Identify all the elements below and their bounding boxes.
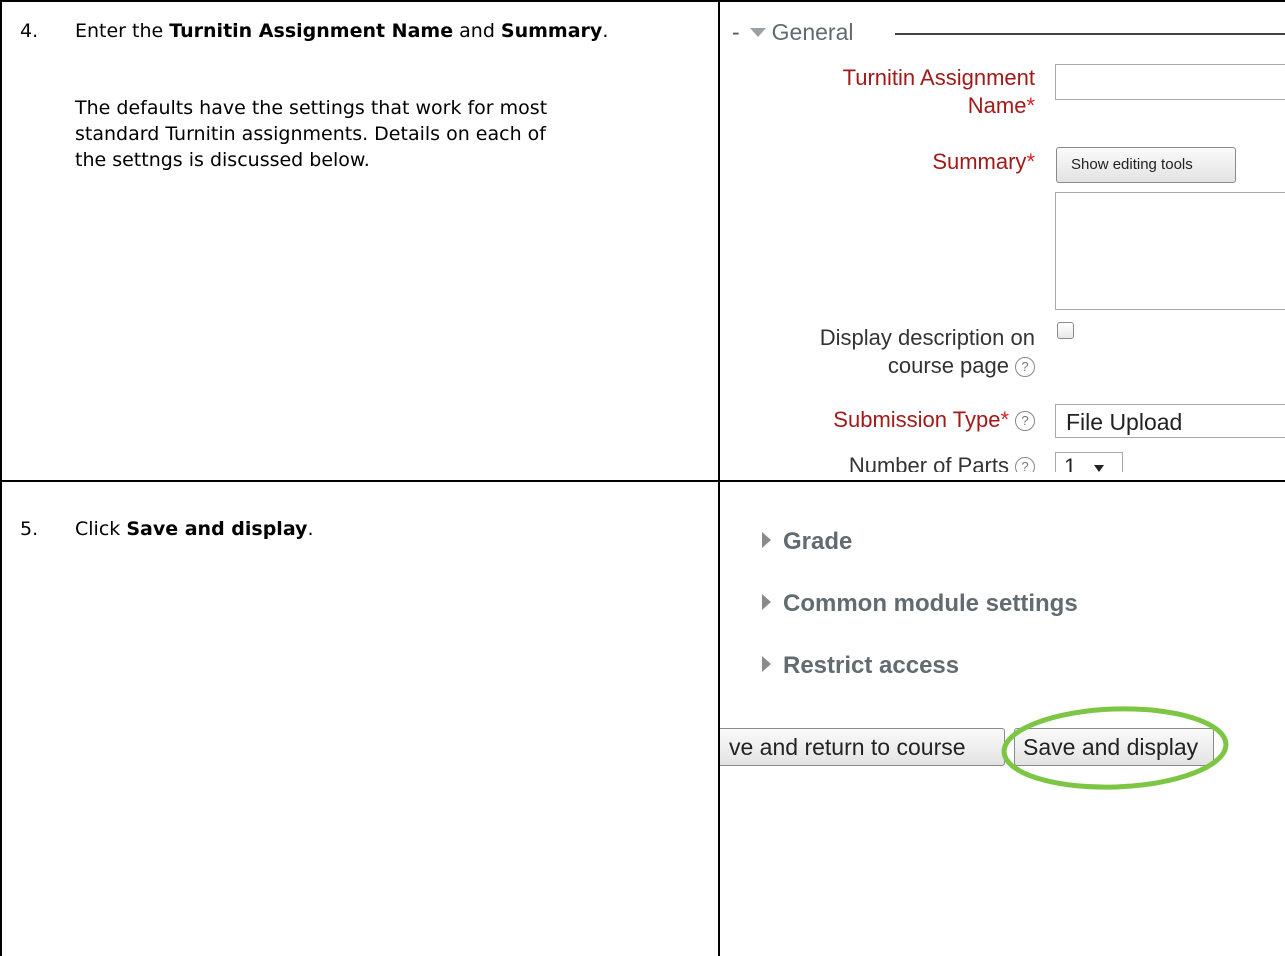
step5-text-before: Click bbox=[75, 518, 127, 540]
legend-rule bbox=[895, 33, 1285, 35]
step4-paragraph: The defaults have the settings that work… bbox=[75, 95, 547, 173]
step4-number: 4. bbox=[20, 20, 39, 42]
chevron-right-icon bbox=[762, 532, 771, 548]
collapse-dash: - bbox=[732, 19, 740, 45]
step4-text-mid: and bbox=[453, 20, 501, 42]
display-desc-line1: Display description on bbox=[819, 325, 1035, 350]
step4-paragraph-line3: the settngs is discussed below. bbox=[75, 149, 370, 171]
section-grade[interactable]: Grade bbox=[762, 528, 852, 556]
help-icon[interactable]: ? bbox=[1015, 457, 1035, 472]
save-and-return-button[interactable]: ve and return to course bbox=[720, 728, 1005, 766]
assignment-name-input[interactable] bbox=[1055, 64, 1285, 100]
help-icon[interactable]: ? bbox=[1015, 357, 1035, 377]
step5-text-end: . bbox=[307, 518, 314, 540]
chevron-down-icon bbox=[1094, 465, 1104, 472]
section-restrict-label: Restrict access bbox=[783, 652, 960, 679]
parts-value: 1 bbox=[1064, 454, 1077, 472]
step5-screenshot: Grade Common module settings Restrict ac… bbox=[720, 482, 1285, 956]
submission-type-select[interactable]: File Upload bbox=[1055, 404, 1285, 438]
name-label: Turnitin Assignment Name* bbox=[843, 64, 1035, 120]
step4-screenshot: - General Turnitin Assignment Name* Summa… bbox=[720, 2, 1285, 472]
section-restrict-access[interactable]: Restrict access bbox=[762, 652, 959, 680]
submission-type-value: File Upload bbox=[1066, 409, 1183, 435]
show-editing-tools-button[interactable]: Show editing tools bbox=[1056, 147, 1236, 183]
display-description-label: Display description on course page? bbox=[820, 324, 1035, 380]
summary-label: Summary* bbox=[932, 149, 1035, 174]
step4-bold-summary: Summary bbox=[500, 20, 603, 42]
chevron-down-icon bbox=[749, 28, 766, 37]
section-common-module-settings[interactable]: Common module settings bbox=[762, 590, 1078, 618]
section-grade-label: Grade bbox=[783, 528, 853, 555]
general-legend-label: General bbox=[771, 19, 854, 45]
display-desc-line2: course page? bbox=[820, 352, 1035, 380]
parts-label: Number of Parts? bbox=[849, 452, 1035, 472]
save-and-display-button[interactable]: Save and display bbox=[1014, 728, 1214, 766]
step4-text-before: Enter the bbox=[75, 20, 170, 42]
parts-select[interactable]: 1 bbox=[1055, 452, 1123, 472]
step4-text-end: . bbox=[602, 20, 609, 42]
general-legend[interactable]: - General bbox=[732, 18, 854, 46]
step4-paragraph-line1: The defaults have the settings that work… bbox=[75, 97, 548, 119]
chevron-right-icon bbox=[762, 594, 771, 610]
name-label-line1: Turnitin Assignment bbox=[842, 65, 1035, 90]
step4-bold-name: Turnitin Assignment Name bbox=[169, 20, 454, 42]
step4-instruction: Enter the Turnitin Assignment Name and S… bbox=[75, 18, 608, 44]
step5-instruction: Click Save and display. bbox=[75, 516, 314, 542]
step5-bold-save: Save and display bbox=[126, 518, 308, 540]
section-common-label: Common module settings bbox=[783, 590, 1078, 617]
help-icon[interactable]: ? bbox=[1015, 411, 1035, 431]
table-border-left bbox=[0, 0, 2, 956]
submission-type-label: Submission Type*? bbox=[833, 406, 1035, 434]
step4-paragraph-line2: standard Turnitin assignments. Details o… bbox=[75, 123, 546, 145]
summary-required-mark: * bbox=[1026, 149, 1035, 174]
display-description-checkbox[interactable] bbox=[1057, 322, 1074, 339]
step5-number: 5. bbox=[20, 518, 39, 540]
name-required-mark: * bbox=[1026, 93, 1035, 118]
chevron-right-icon bbox=[762, 656, 771, 672]
submission-required-mark: * bbox=[1000, 407, 1009, 432]
summary-textarea[interactable] bbox=[1055, 192, 1285, 310]
name-label-line2: Name* bbox=[967, 93, 1035, 118]
